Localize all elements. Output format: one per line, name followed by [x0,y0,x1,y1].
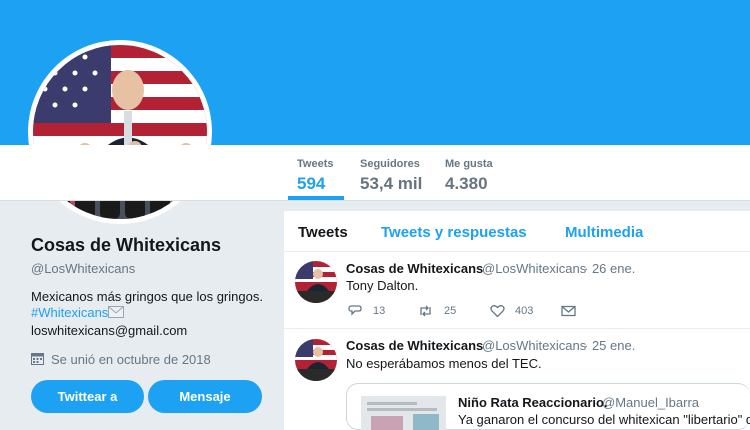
heart-icon[interactable] [490,304,505,318]
stat-label: Me gusta [445,158,493,170]
reply-count: 13 [373,305,386,317]
active-stat-indicator [288,196,344,200]
quoted-tweet-text: Ya ganaron el concurso del whitexican "l… [458,412,750,427]
retweet-count: 25 [444,305,457,317]
tweet-avatar[interactable] [295,261,337,303]
direct-message-icon[interactable] [561,304,576,318]
quoted-tweet-image [361,396,446,430]
tweet-text: Tony Dalton. [346,278,419,293]
message-button[interactable]: Mensaje [148,380,262,413]
quoted-tweet-author-name: Niño Rata Reaccionario. [458,395,608,410]
tweet-author-handle[interactable]: @LosWhitexicans [482,338,586,353]
tab-media[interactable]: Multimedia [565,224,643,241]
stat-tweets[interactable]: Tweets 594 [297,158,333,194]
stat-value: 4.380 [445,174,488,193]
divider [284,328,750,329]
profile-name: Cosas de Whitexicans [31,235,222,255]
profile-email: loswhitexicans@gmail.com [31,323,188,338]
tweet-date[interactable]: · 26 ene. [584,261,635,276]
joined-date: Se unió en octubre de 2018 [51,352,211,367]
quoted-tweet-author-handle: @Manuel_Ibarra [602,395,700,410]
tweet-author-handle[interactable]: @LosWhitexicans [482,261,586,276]
profile-bio: Mexicanos más gringos que los gringos. [31,289,263,304]
profile-handle[interactable]: @LosWhitexicans [31,261,135,276]
retweet-icon[interactable] [418,304,433,318]
stat-value: 594 [297,174,326,193]
tweet-date[interactable]: · 25 ene. [584,338,635,353]
stat-likes[interactable]: Me gusta 4.380 [445,158,493,194]
divider [284,251,750,252]
envelope-icon [108,306,124,318]
tab-tweets-and-replies[interactable]: Tweets y respuestas [381,224,527,241]
bio-hashtag-link[interactable]: #Whitexicans [31,305,108,320]
stat-followers[interactable]: Seguidores 53,4 mil [360,158,422,194]
tweet-author-name[interactable]: Cosas de Whitexicans [346,338,483,353]
stat-value: 53,4 mil [360,174,423,193]
stat-label: Tweets [297,158,334,170]
reply-icon[interactable] [348,304,363,318]
tab-tweets[interactable]: Tweets [298,224,348,241]
tweet-avatar[interactable] [295,339,337,381]
tweet-text: No esperábamos menos del TEC. [346,356,542,371]
tweet-author-name[interactable]: Cosas de Whitexicans [346,261,483,276]
like-count: 403 [515,305,534,317]
stat-label: Seguidores [360,158,420,170]
calendar-icon [31,353,44,365]
tweet-to-button[interactable]: Twittear a [31,380,144,413]
